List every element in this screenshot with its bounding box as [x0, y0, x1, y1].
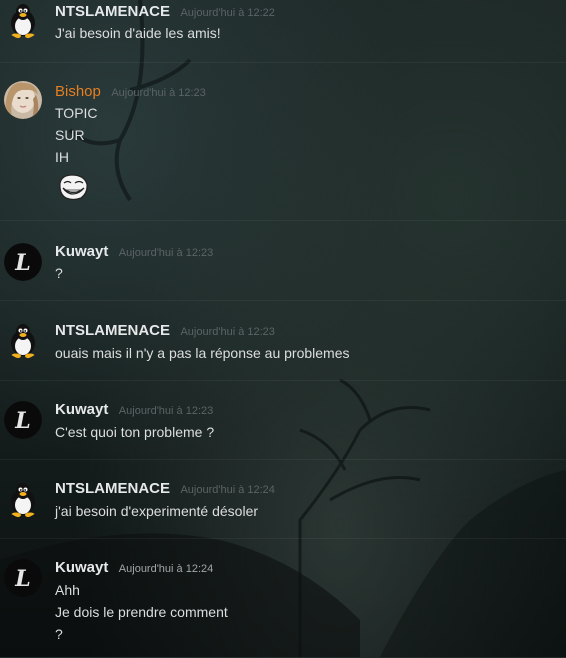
message-group: NTSLAMENACE Aujourd'hui à 12:24 j'ai bes… [0, 459, 566, 539]
death-note-l-icon[interactable]: L [4, 559, 42, 597]
message-timestamp: Aujourd'hui à 12:24 [118, 563, 214, 575]
message-timestamp: Aujourd'hui à 12:23 [180, 326, 275, 338]
message-username[interactable]: NTSLAMENACE [55, 480, 170, 497]
message-text: Ahh [55, 582, 80, 598]
message-timestamp: Aujourd'hui à 12:23 [118, 405, 214, 417]
svg-text:L: L [14, 566, 30, 592]
message-username[interactable]: Kuwayt [55, 401, 108, 418]
tux-penguin-icon[interactable] [4, 1, 42, 39]
message-group: L Kuwayt Aujourd'hui à 12:23 C'est quoi … [0, 380, 566, 460]
avatar[interactable] [4, 81, 42, 119]
message-text: C'est quoi ton probleme ? [55, 424, 215, 440]
message-text: SUR [55, 127, 85, 143]
message-group: L Kuwayt Aujourd'hui à 12:23 ? [0, 220, 566, 301]
message-username[interactable]: Kuwayt [55, 559, 108, 576]
message-text: ouais mais il n'y a pas la réponse au pr… [55, 345, 350, 361]
message-timestamp: Aujourd'hui à 12:23 [118, 247, 214, 259]
svg-text:L: L [14, 408, 30, 434]
message-username[interactable]: NTSLAMENACE [55, 3, 170, 20]
message-text: Je dois le prendre comment [55, 604, 228, 620]
message-text: j'ai besoin d'experimenté désoler [55, 503, 259, 519]
message-text: TOPIC [55, 105, 98, 121]
svg-text:L: L [14, 250, 30, 276]
message-timestamp: Aujourd'hui à 12:24 [180, 484, 275, 496]
tux-penguin-icon[interactable] [4, 321, 42, 359]
message-username[interactable]: NTSLAMENACE [55, 322, 170, 339]
message-group: NTSLAMENACE Aujourd'hui à 12:23 ouais ma… [0, 300, 566, 381]
message-timestamp: Aujourd'hui à 12:22 [180, 7, 275, 19]
death-note-l-icon[interactable]: L [4, 243, 42, 281]
tux-penguin-icon[interactable] [4, 480, 42, 518]
message-username[interactable]: Bishop [55, 83, 101, 100]
message-timestamp: Aujourd'hui à 12:23 [111, 87, 206, 99]
trollface-emoji-icon[interactable] [57, 173, 89, 201]
message-username[interactable]: Kuwayt [55, 243, 108, 260]
message-group: Bishop Aujourd'hui à 12:23 TOPIC SUR IH [0, 62, 566, 221]
message-group: NTSLAMENACE Aujourd'hui à 12:22 J'ai bes… [0, 0, 566, 62]
death-note-l-icon[interactable]: L [4, 401, 42, 439]
message-text: IH [55, 149, 69, 165]
message-text: ? [55, 265, 63, 281]
message-group: L Kuwayt Aujourd'hui à 12:24 Ahh Je dois… [0, 538, 566, 658]
message-text: ? [55, 626, 63, 642]
chat-message-list: NTSLAMENACE Aujourd'hui à 12:22 J'ai bes… [0, 0, 566, 657]
message-text: J'ai besoin d'aide les amis! [55, 25, 221, 41]
